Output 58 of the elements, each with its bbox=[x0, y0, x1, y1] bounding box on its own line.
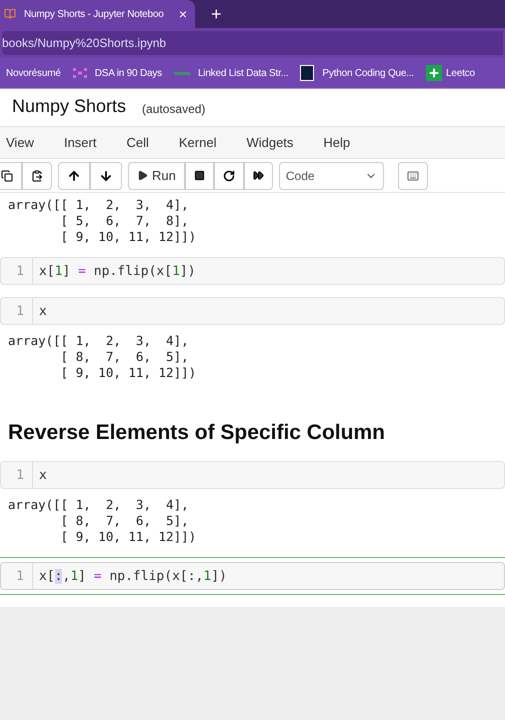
stop-icon bbox=[194, 170, 205, 181]
link-icon bbox=[174, 72, 190, 74]
dots-icon bbox=[72, 68, 87, 78]
line-number: 1 bbox=[1, 298, 33, 324]
menu-item[interactable]: Kernel bbox=[178, 132, 216, 152]
menu-item[interactable]: View bbox=[6, 132, 34, 152]
tab-title: Numpy Shorts - Jupyter Noteboo bbox=[24, 8, 165, 22]
code-input[interactable]: 1 x bbox=[0, 460, 505, 488]
cell-type-select[interactable]: Code bbox=[278, 162, 384, 190]
run-all-button[interactable] bbox=[244, 162, 273, 190]
code-line: x bbox=[38, 466, 47, 484]
code-line: x[:,1] = np.flip(x[:,1]) bbox=[38, 568, 227, 586]
fast-forward-icon bbox=[252, 170, 264, 181]
browser-tab[interactable]: Numpy Shorts - Jupyter Noteboo × bbox=[0, 0, 195, 28]
copy-button[interactable] bbox=[0, 162, 22, 190]
code-line: x[1] = np.flip(x[1]) bbox=[38, 263, 196, 281]
bookmark-link[interactable]: Leetco bbox=[446, 66, 475, 80]
stop-button[interactable] bbox=[184, 162, 214, 190]
keyboard-button[interactable] bbox=[398, 162, 428, 190]
copy-icon bbox=[1, 170, 13, 182]
line-number: 1 bbox=[1, 562, 33, 588]
cell-output: array([[ 1, 2, 3, 4], [ 5, 6, 7, 8], [ 9, 10, 11, 12]]) bbox=[7, 197, 198, 245]
run-button[interactable]: Run bbox=[128, 162, 185, 190]
bookmark-link[interactable]: DSA in 90 Days bbox=[94, 66, 162, 80]
bookmark-link[interactable]: Python Coding Que... bbox=[322, 66, 414, 80]
move-up-button[interactable] bbox=[58, 162, 90, 190]
save-status: (autosaved) bbox=[142, 101, 206, 118]
code-line: x bbox=[38, 303, 47, 321]
arrow-up-icon bbox=[67, 168, 81, 182]
plus-icon bbox=[426, 65, 442, 81]
menu-item[interactable]: Help bbox=[323, 132, 350, 152]
notebook-title[interactable]: Numpy Shorts bbox=[12, 93, 126, 120]
bookmark-link[interactable]: Novorésumé bbox=[6, 66, 61, 80]
book-icon bbox=[4, 8, 16, 20]
markdown-heading: Reverse Elements of Specific Column bbox=[7, 420, 386, 446]
code-input[interactable]: 1 x[1] = np.flip(x[1]) bbox=[0, 257, 505, 285]
menu-item[interactable]: Cell bbox=[126, 132, 149, 152]
restart-icon bbox=[222, 170, 235, 182]
line-number: 1 bbox=[1, 462, 33, 488]
square-icon bbox=[300, 65, 314, 81]
bookmark-link[interactable]: Linked List Data Str... bbox=[198, 66, 288, 80]
cell-output: array([[ 1, 2, 3, 4], [ 8, 7, 6, 5], [ 9, 10, 11, 12]]) bbox=[7, 496, 198, 544]
menu-item[interactable]: Insert bbox=[64, 132, 96, 152]
menu-item[interactable]: Widgets bbox=[246, 132, 294, 152]
paste-button[interactable] bbox=[22, 162, 52, 190]
arrow-down-icon bbox=[99, 168, 113, 182]
close-icon[interactable]: × bbox=[178, 4, 187, 24]
line-number: 1 bbox=[1, 258, 33, 284]
keyboard-icon bbox=[406, 168, 419, 182]
address-bar[interactable]: books/Numpy%20Shorts.ipynb bbox=[2, 31, 503, 55]
new-tab-button[interactable]: + bbox=[211, 0, 222, 28]
move-down-button[interactable] bbox=[90, 162, 122, 190]
play-icon bbox=[137, 170, 148, 181]
restart-button[interactable] bbox=[214, 162, 244, 190]
paste-icon bbox=[31, 170, 43, 182]
code-input[interactable]: 1 x bbox=[0, 297, 505, 325]
code-input[interactable]: 1 x[:,1] = np.flip(x[:,1]) bbox=[0, 562, 505, 590]
cell-output: array([[ 1, 2, 3, 4], [ 8, 7, 6, 5], [ 9, 10, 11, 12]]) bbox=[7, 333, 198, 381]
